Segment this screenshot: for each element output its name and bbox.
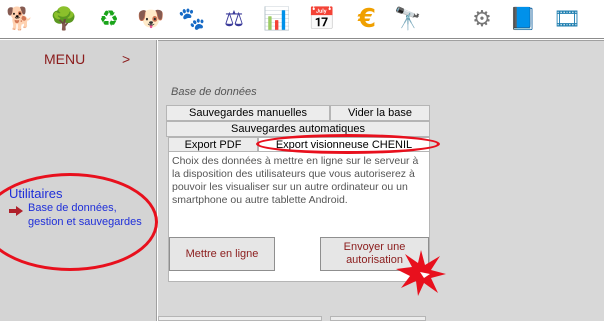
sidebar: MENU > Utilitaires Base de données, gest…: [0, 40, 158, 321]
bottom-tab-left: [158, 316, 322, 321]
publish-button[interactable]: Mettre en ligne: [169, 237, 275, 271]
pedigree-icon[interactable]: ⚖: [218, 3, 250, 35]
main-panel: Base de données Sauvegardes manuelles Vi…: [158, 40, 604, 321]
tree-icon[interactable]: 🌳: [48, 3, 80, 35]
calendar-icon[interactable]: 📅: [306, 3, 338, 35]
dogs-group-icon[interactable]: 🐾: [176, 3, 208, 35]
refresh-icon[interactable]: ♻: [93, 3, 125, 35]
toolbar: 🐕 🌳 ♻ 🐶 🐾 ⚖ 📊 📅 € 🔭 ⚙ 📘 🎞: [0, 0, 604, 38]
menu-label[interactable]: MENU: [44, 51, 85, 67]
tab-empty-database[interactable]: Vider la base: [330, 105, 430, 121]
section-title: Base de données: [171, 86, 257, 98]
click-star-icon: [396, 250, 446, 296]
binoculars-icon[interactable]: 🔭: [392, 3, 424, 35]
bar-chart-icon[interactable]: 📊: [261, 3, 293, 35]
panel-description: Choix des données à mettre en ligne sur …: [172, 155, 419, 206]
help-book-icon[interactable]: 📘: [507, 3, 539, 35]
menu-expand-icon[interactable]: >: [122, 51, 130, 67]
bottom-tab-right: [330, 316, 426, 321]
euro-icon[interactable]: €: [351, 3, 383, 35]
annotation-circle-sidebar: [0, 173, 158, 271]
dog-icon[interactable]: 🐕: [4, 3, 36, 35]
settings-icon[interactable]: ⚙: [466, 3, 498, 35]
main-top-border: [158, 40, 604, 41]
toolbar-divider: [0, 38, 604, 39]
tab-manual-backups[interactable]: Sauvegardes manuelles: [166, 105, 330, 121]
annotation-circle-tab: [256, 134, 440, 154]
video-icon[interactable]: 🎞: [551, 3, 583, 35]
puppy-icon[interactable]: 🐶: [135, 3, 167, 35]
